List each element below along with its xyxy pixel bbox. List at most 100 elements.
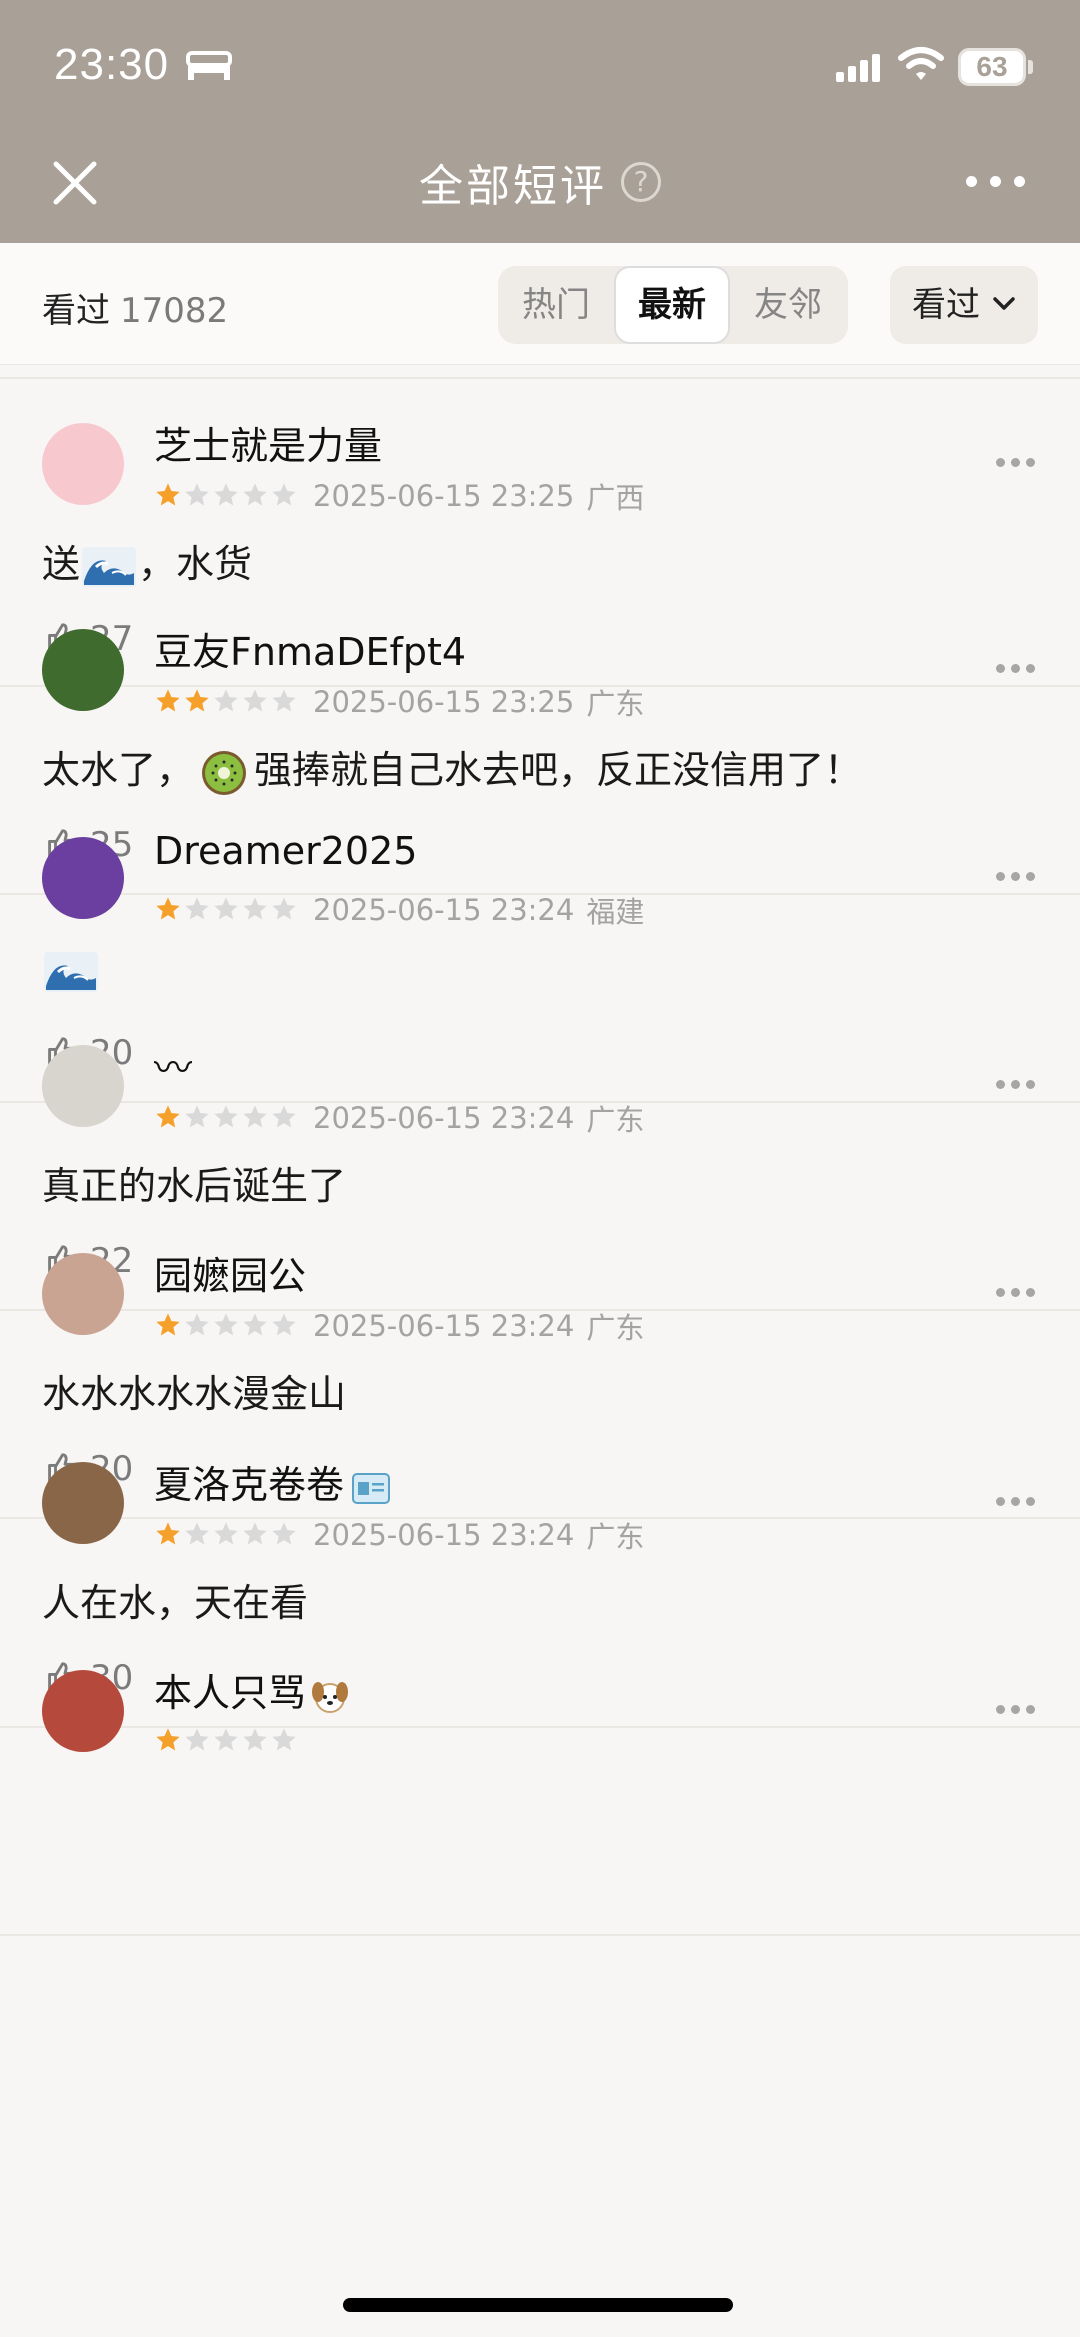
avatar[interactable]: [42, 629, 124, 711]
username-text: 夏洛克卷卷: [154, 1463, 345, 1507]
cellular-signal-icon: [836, 54, 880, 82]
star-icon: [214, 1728, 238, 1751]
review-meta: 2025-06-15 23:24 广东: [154, 1305, 644, 1345]
seen-label: 看过: [42, 291, 110, 331]
star-rating: [154, 687, 299, 717]
star-icon: [156, 689, 180, 712]
top-bar: 23:30 63 全部短评?: [0, 0, 1080, 243]
username[interactable]: 豆友FnmaDEfpt4: [154, 621, 466, 676]
review-content: 人在水，天在看: [42, 1572, 308, 1627]
status-filter-dropdown[interactable]: 看过: [890, 266, 1038, 344]
username[interactable]: 芝士就是力量: [154, 415, 382, 470]
star-icon: [185, 897, 209, 920]
review-more-icon[interactable]: [994, 1702, 1038, 1718]
star-icon: [185, 689, 209, 712]
avatar[interactable]: [42, 423, 124, 505]
review-text: 送: [42, 542, 81, 586]
review-datetime: 2025-06-15 23:24: [313, 1518, 575, 1552]
username[interactable]: 本人只骂: [154, 1662, 350, 1717]
username[interactable]: 〰: [154, 1037, 192, 1092]
star-icon: [214, 1105, 238, 1128]
username[interactable]: 园嬷园公: [154, 1245, 306, 1300]
review-datetime: 2025-06-15 23:25: [313, 479, 575, 513]
review-item[interactable]: 本人只骂: [0, 1626, 1080, 1936]
review-datetime: 2025-06-15 23:24: [313, 1101, 575, 1135]
review-more-icon[interactable]: [994, 1494, 1038, 1510]
review-text: 真正的水后诞生了: [42, 1164, 347, 1208]
tab-hot[interactable]: 热门: [498, 266, 614, 344]
home-indicator[interactable]: [343, 2298, 733, 2312]
kiwi-emoji-icon: [202, 750, 247, 795]
sleep-mode-icon: [186, 51, 232, 80]
review-more-icon[interactable]: [994, 869, 1038, 885]
id-card-badge-icon: [352, 1472, 391, 1504]
star-icon: [156, 1728, 180, 1751]
dog-emoji-icon: [312, 1681, 349, 1713]
avatar[interactable]: [42, 1670, 124, 1752]
review-content: [42, 947, 100, 992]
star-icon: [272, 1105, 296, 1128]
star-rating: [154, 1726, 299, 1756]
star-icon: [185, 483, 209, 506]
help-icon[interactable]: ?: [621, 162, 661, 202]
username-text: 园嬷园公: [154, 1254, 307, 1298]
star-icon: [243, 1522, 267, 1545]
username-text: 豆友FnmaDEfpt4: [154, 630, 467, 674]
review-more-icon[interactable]: [994, 661, 1038, 677]
star-icon: [214, 897, 238, 920]
wave-emoji-icon: [44, 951, 98, 992]
tab-latest[interactable]: 最新: [614, 266, 730, 344]
review-meta: 2025-06-15 23:24 福建: [154, 889, 644, 929]
star-rating: [154, 1311, 299, 1341]
star-icon: [185, 1728, 209, 1751]
star-rating: [154, 895, 299, 925]
avatar[interactable]: [42, 837, 124, 919]
more-options-icon[interactable]: [964, 170, 1028, 194]
star-icon: [214, 483, 238, 506]
star-icon: [156, 1105, 180, 1128]
battery-tip: [1028, 60, 1033, 74]
review-more-icon[interactable]: [994, 1285, 1038, 1301]
tab-friends[interactable]: 友邻: [730, 266, 846, 344]
username-text: 〰: [154, 1046, 193, 1090]
review-location: 广东: [586, 687, 645, 721]
review-more-icon[interactable]: [994, 1077, 1038, 1093]
star-icon: [185, 1522, 209, 1545]
username-text: 芝士就是力量: [154, 424, 383, 468]
seen-number: 17082: [120, 291, 229, 331]
star-icon: [243, 1728, 267, 1751]
review-meta: 2025-06-15 23:24 广东: [154, 1097, 644, 1137]
star-icon: [272, 1522, 296, 1545]
wifi-icon: [898, 47, 944, 80]
battery-level: 63: [976, 51, 1008, 82]
avatar[interactable]: [42, 1045, 124, 1127]
review-text: ，水货: [138, 542, 253, 586]
star-rating: [154, 481, 299, 511]
review-text: 太水了，: [42, 748, 195, 792]
page-title: 全部短评: [419, 161, 607, 212]
page-title-row: 全部短评?: [0, 150, 1080, 214]
review-content: 太水了， 强捧就自己水去吧，反正没信用了！: [42, 739, 862, 797]
star-icon: [214, 1522, 238, 1545]
review-more-icon[interactable]: [994, 455, 1038, 471]
review-datetime: 2025-06-15 23:24: [313, 893, 575, 927]
review-meta: [154, 1722, 325, 1758]
review-location: 广东: [586, 1520, 645, 1554]
avatar[interactable]: [42, 1462, 124, 1544]
star-rating: [154, 1520, 299, 1550]
review-meta: 2025-06-15 23:24 广东: [154, 1514, 644, 1554]
star-icon: [243, 1105, 267, 1128]
star-icon: [272, 897, 296, 920]
review-location: 福建: [586, 895, 645, 929]
review-location: 广西: [586, 481, 645, 515]
username[interactable]: 夏洛克卷卷: [154, 1454, 391, 1509]
star-icon: [272, 689, 296, 712]
star-icon: [185, 1313, 209, 1336]
battery-icon: 63: [958, 48, 1026, 86]
star-icon: [185, 1105, 209, 1128]
username[interactable]: Dreamer2025: [154, 829, 417, 873]
star-icon: [156, 1313, 180, 1336]
star-rating: [154, 1103, 299, 1133]
avatar[interactable]: [42, 1253, 124, 1335]
wave-emoji-icon: [82, 546, 137, 587]
